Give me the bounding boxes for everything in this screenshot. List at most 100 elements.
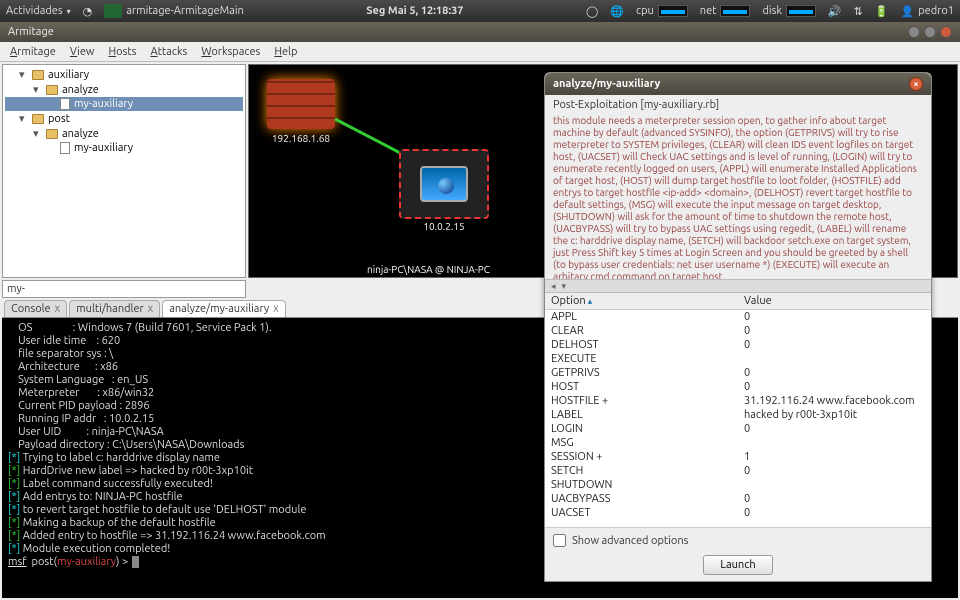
module-tree[interactable]: ▾auxiliary▾analyzemy-auxiliary▾post▾anal…: [2, 64, 246, 278]
show-advanced-input[interactable]: [553, 534, 566, 547]
option-row[interactable]: SETCH0: [545, 464, 931, 478]
option-value[interactable]: 0: [738, 380, 931, 394]
option-row[interactable]: SHUTDOWN: [545, 478, 931, 492]
option-value[interactable]: hacked by r00t-3xp10it: [738, 408, 931, 422]
tree-label: auxiliary: [48, 69, 89, 81]
activities-label: Actividades: [6, 5, 63, 17]
tree-node-analyze[interactable]: ▾analyze: [5, 82, 243, 97]
folder-icon: [46, 85, 58, 95]
option-value[interactable]: 0: [738, 492, 931, 506]
option-row[interactable]: HOST0: [545, 380, 931, 394]
option-value[interactable]: 0: [738, 366, 931, 380]
option-value[interactable]: 31.192.116.24 www.facebook.com: [738, 394, 931, 408]
dialog-close-icon[interactable]: ×: [909, 77, 923, 91]
graph-caption: ninja-PC\NASA @ NINJA-PC: [367, 264, 490, 275]
tab-close-icon[interactable]: X: [148, 304, 154, 314]
option-name: LABEL: [545, 408, 738, 422]
folder-icon: [32, 114, 44, 124]
earth-icon[interactable]: 🌐: [610, 5, 624, 18]
network-icon[interactable]: ⇅: [854, 5, 863, 18]
user-menu[interactable]: 👤 pedro1: [901, 5, 954, 18]
menu-workspaces[interactable]: Workspaces: [195, 44, 266, 60]
option-name: SHUTDOWN: [545, 478, 738, 492]
tree-node-my-auxiliary[interactable]: my-auxiliary: [5, 141, 243, 155]
show-advanced-checkbox[interactable]: Show advanced options: [553, 534, 688, 547]
option-value[interactable]: [738, 436, 931, 450]
module-dialog: analyze/my-auxiliary × Post-Exploitation…: [544, 72, 932, 582]
menu-hosts[interactable]: Hosts: [102, 44, 142, 60]
target-host-icon[interactable]: [399, 149, 489, 219]
tree-node-my-auxiliary[interactable]: my-auxiliary: [5, 97, 243, 111]
option-row[interactable]: DELHOST0: [545, 338, 931, 352]
option-value[interactable]: 0: [738, 464, 931, 478]
option-value[interactable]: 0: [738, 422, 931, 436]
minimize-button[interactable]: [908, 26, 920, 38]
firewall-icon[interactable]: [267, 79, 335, 129]
menu-armitage[interactable]: Armitage: [4, 44, 62, 60]
option-row[interactable]: EXECUTE: [545, 352, 931, 366]
host2-ip: 10.0.2.15: [399, 221, 489, 232]
monitor-icon: [420, 166, 468, 202]
option-row[interactable]: LOGIN0: [545, 422, 931, 436]
tree-node-analyze[interactable]: ▾analyze: [5, 126, 243, 141]
option-row[interactable]: MSG: [545, 436, 931, 450]
option-name: SETCH: [545, 464, 738, 478]
option-header[interactable]: Option: [545, 293, 738, 310]
option-value[interactable]: [738, 478, 931, 492]
option-row[interactable]: UACBYPASS0: [545, 492, 931, 506]
tab-multi-handler[interactable]: multi/handlerX: [69, 300, 160, 317]
menu-help[interactable]: Help: [268, 44, 303, 60]
menu-view[interactable]: View: [64, 44, 101, 60]
maximize-button[interactable]: [924, 26, 936, 38]
show-advanced-label: Show advanced options: [572, 535, 688, 547]
activities-button[interactable]: Actividades▾: [6, 5, 71, 17]
option-name: MSG: [545, 436, 738, 450]
option-table[interactable]: Option Value APPL0CLEAR0DELHOST0EXECUTEG…: [545, 293, 931, 527]
battery-icon[interactable]: 🔋: [875, 5, 889, 18]
option-row[interactable]: CLEAR0: [545, 324, 931, 338]
option-value[interactable]: 0: [738, 324, 931, 338]
tab-close-icon[interactable]: X: [55, 304, 61, 314]
option-row[interactable]: UACSET0: [545, 506, 931, 520]
tree-node-post[interactable]: ▾post: [5, 111, 243, 126]
panel-a11y-icon[interactable]: ◯: [586, 5, 598, 18]
tab-analyze-my-auxiliary[interactable]: analyze/my-auxiliaryX: [162, 300, 285, 317]
option-row[interactable]: GETPRIVS0: [545, 366, 931, 380]
panel-app-icon[interactable]: ◔: [83, 5, 93, 18]
option-value[interactable]: 0: [738, 310, 931, 325]
value-header[interactable]: Value: [738, 293, 931, 310]
file-icon: [60, 98, 70, 110]
option-row[interactable]: HOSTFILE +31.192.116.24 www.facebook.com: [545, 394, 931, 408]
option-name: UACSET: [545, 506, 738, 520]
menu-attacks[interactable]: Attacks: [144, 44, 193, 60]
menubar: ArmitageViewHostsAttacksWorkspacesHelp: [0, 42, 960, 62]
dialog-title: analyze/my-auxiliary: [553, 78, 660, 90]
option-name: HOSTFILE +: [545, 394, 738, 408]
option-value[interactable]: [738, 352, 931, 366]
option-value[interactable]: 1: [738, 450, 931, 464]
option-row[interactable]: LABELhacked by r00t-3xp10it: [545, 408, 931, 422]
option-value[interactable]: 0: [738, 338, 931, 352]
disk-indicator[interactable]: disk: [762, 5, 815, 17]
net-indicator[interactable]: net: [700, 5, 751, 17]
module-search-input[interactable]: [2, 280, 246, 298]
dialog-tabbar[interactable]: ◂▾: [545, 279, 931, 293]
option-value[interactable]: 0: [738, 506, 931, 520]
option-row[interactable]: APPL0: [545, 310, 931, 325]
panel-app-title[interactable]: armitage-ArmitageMain: [104, 4, 244, 18]
option-row[interactable]: SESSION +1: [545, 450, 931, 464]
titlebar[interactable]: Armitage: [0, 22, 960, 42]
tree-label: post: [48, 113, 70, 125]
tab-close-icon[interactable]: X: [273, 304, 279, 314]
tree-node-auxiliary[interactable]: ▾auxiliary: [5, 67, 243, 82]
volume-icon[interactable]: 🔊: [828, 5, 842, 18]
close-button[interactable]: [940, 26, 952, 38]
window-title: Armitage: [8, 26, 54, 38]
panel-clock[interactable]: Seg Mai 5, 12:18:37: [366, 5, 463, 17]
launch-button[interactable]: Launch: [703, 555, 772, 575]
cpu-indicator[interactable]: cpu: [636, 5, 688, 17]
file-icon: [60, 142, 70, 154]
option-name: LOGIN: [545, 422, 738, 436]
tab-Console[interactable]: ConsoleX: [4, 300, 67, 317]
dialog-titlebar[interactable]: analyze/my-auxiliary ×: [545, 73, 931, 95]
